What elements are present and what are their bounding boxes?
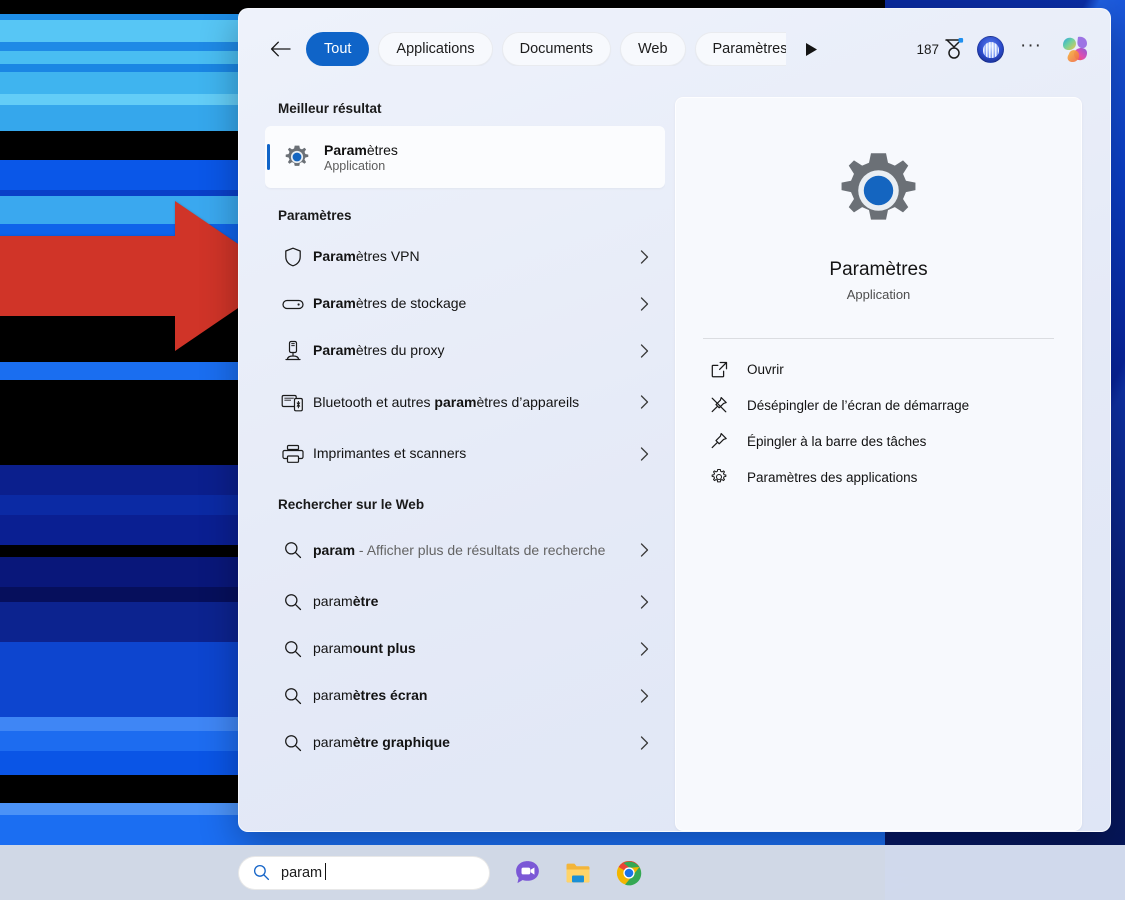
section-title-parametres: Paramètres bbox=[278, 208, 352, 223]
copilot-logo-icon[interactable] bbox=[1058, 32, 1092, 66]
settings-gear-icon bbox=[285, 145, 309, 166]
header-actions: 187 ··· bbox=[916, 32, 1092, 66]
search-icon bbox=[273, 593, 313, 611]
best-result-card[interactable]: Paramètres Application bbox=[265, 126, 665, 188]
search-icon bbox=[253, 864, 270, 881]
preview-panel: Paramètres Application Ouvrir Désépingle… bbox=[675, 97, 1082, 831]
search-input-value: param bbox=[281, 862, 327, 881]
chevron-right-icon bbox=[633, 735, 655, 750]
result-row-imprimantes-scanners[interactable]: Imprimantes et scanners bbox=[265, 430, 665, 477]
result-row-parametres-vpn[interactable]: Paramètres VPN bbox=[265, 233, 665, 280]
result-row-web-paramount-plus[interactable]: paramount plus bbox=[265, 625, 665, 672]
search-input[interactable]: param bbox=[238, 855, 490, 890]
taskbar: param bbox=[0, 845, 1125, 900]
chip-parametres[interactable]: Paramètres bbox=[694, 32, 786, 66]
result-row-web-parametres-ecran[interactable]: paramètres écran bbox=[265, 672, 665, 719]
action-ouvrir[interactable]: Ouvrir bbox=[700, 351, 1057, 387]
user-avatar[interactable] bbox=[977, 35, 1004, 63]
filter-chip-list: Tout Applications Documents Web Paramètr… bbox=[306, 32, 786, 66]
arrow-left-icon bbox=[270, 41, 291, 57]
chevron-right-icon bbox=[633, 594, 655, 609]
rewards-button[interactable]: 187 bbox=[916, 38, 964, 60]
chrome-icon[interactable] bbox=[606, 850, 652, 896]
result-row-bluetooth-appareils[interactable]: Bluetooth et autres paramètres d’apparei… bbox=[265, 374, 665, 430]
chat-teams-icon[interactable] bbox=[504, 850, 550, 896]
result-label: Paramètres du proxy bbox=[313, 342, 445, 359]
result-label: Imprimantes et scanners bbox=[313, 445, 467, 462]
medal-icon bbox=[945, 38, 964, 59]
action-desepingler-demarrage[interactable]: Désépingler de l’écran de démarrage bbox=[700, 387, 1057, 423]
chip-tout[interactable]: Tout bbox=[306, 32, 370, 66]
open-external-icon bbox=[709, 361, 729, 378]
storage-icon bbox=[273, 297, 313, 311]
best-result-text: Paramètres Application bbox=[324, 142, 398, 173]
pin-icon bbox=[709, 432, 729, 450]
rewards-count: 187 bbox=[916, 41, 939, 57]
preview-app-name: Paramètres bbox=[829, 259, 928, 280]
screen: Tout Applications Documents Web Paramètr… bbox=[0, 0, 1125, 900]
chevron-right-icon bbox=[633, 688, 655, 703]
search-icon bbox=[273, 734, 313, 752]
result-row-parametres-stockage[interactable]: Paramètres de stockage bbox=[265, 280, 665, 327]
chevron-right-icon bbox=[633, 395, 655, 409]
result-label: Bluetooth et autres paramètres d’apparei… bbox=[313, 393, 580, 410]
result-label: paramètre bbox=[313, 593, 379, 610]
chevron-right-icon bbox=[633, 296, 655, 311]
preview-app-type: Application bbox=[846, 287, 911, 302]
unpin-icon bbox=[709, 396, 729, 414]
action-label: Ouvrir bbox=[747, 361, 784, 377]
search-flyout-panel: Tout Applications Documents Web Paramètr… bbox=[238, 8, 1111, 832]
result-row-parametres-proxy[interactable]: Paramètres du proxy bbox=[265, 327, 665, 374]
action-label: Paramètres des applications bbox=[747, 469, 918, 485]
result-label: paramètre graphique bbox=[313, 734, 450, 751]
chips-next-button[interactable] bbox=[797, 34, 825, 64]
back-button[interactable] bbox=[263, 32, 297, 66]
section-title-rechercher-web: Rechercher sur le Web bbox=[278, 497, 425, 512]
taskbar-icons bbox=[504, 850, 652, 896]
chevron-right-icon bbox=[633, 343, 655, 358]
result-label: Paramètres VPN bbox=[313, 248, 420, 265]
chevron-right-icon bbox=[633, 641, 655, 656]
action-epingler-barre-taches[interactable]: Épingler à la barre des tâches bbox=[700, 423, 1057, 459]
result-label: Paramètres de stockage bbox=[313, 295, 467, 312]
more-options-button[interactable]: ··· bbox=[1017, 35, 1045, 63]
action-label: Épingler à la barre des tâches bbox=[747, 433, 927, 449]
chevron-right-icon bbox=[633, 446, 655, 461]
best-result-subtitle: Application bbox=[324, 158, 386, 173]
preview-divider bbox=[703, 338, 1054, 339]
result-row-web-parametre-graphique[interactable]: paramètre graphique bbox=[265, 719, 665, 766]
result-row-web-afficher-plus[interactable]: param - Afficher plus de résultats de re… bbox=[265, 522, 665, 578]
shield-vpn-icon bbox=[273, 247, 313, 267]
printer-icon bbox=[273, 444, 313, 464]
settings-gear-icon bbox=[841, 153, 916, 220]
action-label: Désépingler de l’écran de démarrage bbox=[747, 397, 970, 413]
chip-applications[interactable]: Applications bbox=[378, 32, 493, 66]
result-row-web-parametre[interactable]: paramètre bbox=[265, 578, 665, 625]
chevron-right-icon bbox=[633, 249, 655, 264]
chip-documents[interactable]: Documents bbox=[501, 32, 611, 66]
chevron-right-icon bbox=[633, 543, 655, 557]
play-arrow-icon bbox=[805, 42, 817, 56]
chip-web[interactable]: Web bbox=[619, 32, 686, 66]
search-icon bbox=[273, 687, 313, 705]
flyout-body: Meilleur résultat Paramètres Application… bbox=[239, 89, 1110, 831]
best-result-title: Paramètres bbox=[324, 141, 398, 158]
filter-bar: Tout Applications Documents Web Paramètr… bbox=[239, 9, 1110, 89]
section-title-best-result: Meilleur résultat bbox=[278, 101, 382, 116]
action-parametres-applications[interactable]: Paramètres des applications bbox=[700, 459, 1057, 495]
result-label: param - Afficher plus de résultats de re… bbox=[313, 541, 606, 558]
results-column: Meilleur résultat Paramètres Application… bbox=[265, 89, 665, 831]
file-explorer-icon[interactable] bbox=[555, 850, 601, 896]
search-icon bbox=[273, 541, 313, 559]
search-icon bbox=[273, 640, 313, 658]
proxy-server-icon bbox=[273, 340, 313, 362]
gear-icon bbox=[709, 468, 729, 486]
preview-column: Paramètres Application Ouvrir Désépingle… bbox=[675, 89, 1082, 831]
result-label: paramount plus bbox=[313, 640, 416, 657]
preview-hero: Paramètres Application bbox=[700, 126, 1057, 302]
result-label: paramètres écran bbox=[313, 687, 428, 704]
bluetooth-devices-icon bbox=[273, 392, 313, 412]
